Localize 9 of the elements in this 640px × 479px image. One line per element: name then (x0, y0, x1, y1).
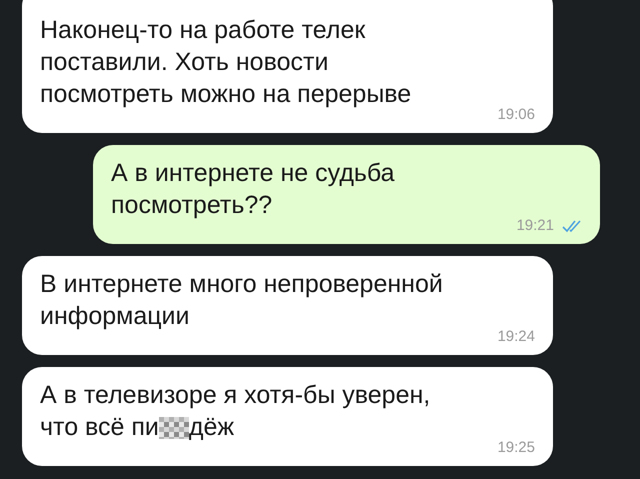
message-text: Наконец-то на работе телек поставили. Хоть новости посмотреть можно на перерыве (40, 15, 412, 110)
message-time: 19:06 (497, 106, 535, 123)
censor-mosaic-icon (158, 417, 189, 440)
message-time: 19:21 (516, 217, 554, 234)
message-text: В интернете много непроверенной информации (40, 269, 444, 332)
message-text: А в интернете не судьба посмотреть?? (111, 158, 396, 221)
message-text: А в телевизоре я хотя-бы уверен, что всё пи дёж (40, 380, 432, 443)
message-time: 19:24 (497, 328, 535, 345)
message-time: 19:25 (497, 439, 535, 456)
